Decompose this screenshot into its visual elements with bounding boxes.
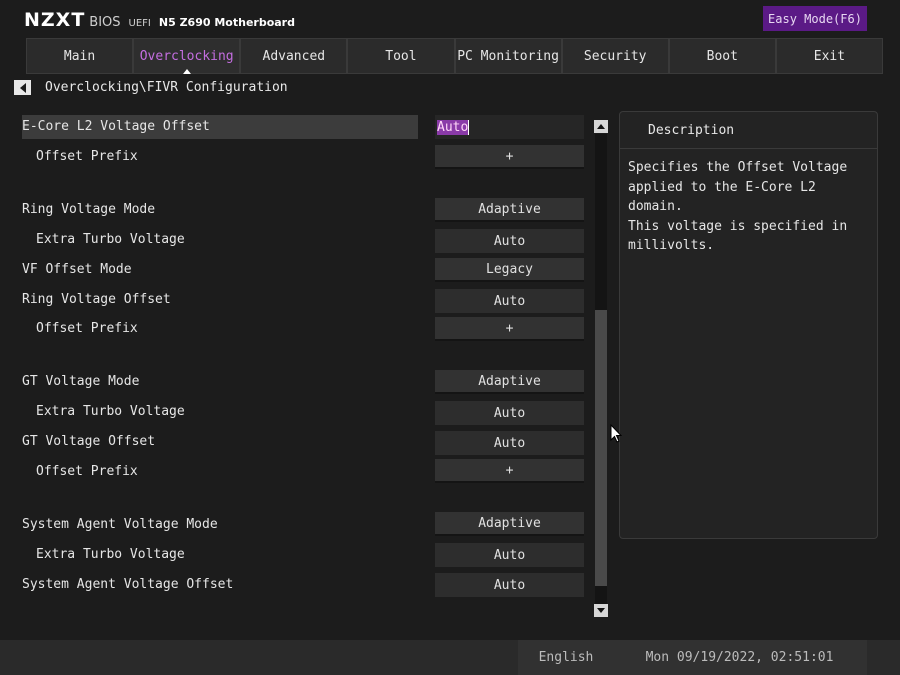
sa-extra-turbo-voltage-field[interactable]: Auto bbox=[435, 543, 584, 567]
back-arrow-icon[interactable] bbox=[14, 80, 31, 95]
language-selector[interactable]: English bbox=[518, 640, 614, 675]
setting-label-ring-voltage-offset: Ring Voltage Offset bbox=[22, 292, 171, 307]
ring-voltage-mode-button[interactable]: Adaptive bbox=[435, 198, 584, 222]
datetime-display: Mon 09/19/2022, 02:51:01 bbox=[612, 640, 867, 675]
setting-label-system-agent-voltage-mode: System Agent Voltage Mode bbox=[22, 517, 218, 532]
sa-voltage-mode-button[interactable]: Adaptive bbox=[435, 512, 584, 536]
setting-label-gt-voltage-mode: GT Voltage Mode bbox=[22, 374, 140, 389]
scrollbar-thumb[interactable] bbox=[595, 310, 607, 586]
setting-label-extra-turbo-voltage: Extra Turbo Voltage bbox=[36, 404, 185, 419]
settings-scrollbar[interactable] bbox=[594, 118, 608, 618]
top-bar: NZXT BIOS UEFI N5 Z690 Motherboard Easy … bbox=[0, 0, 900, 38]
tab-pc-monitoring[interactable]: PC Monitoring bbox=[454, 38, 562, 74]
ring-offset-prefix-button[interactable]: + bbox=[435, 317, 584, 341]
scroll-up-icon[interactable] bbox=[594, 120, 608, 133]
description-panel: Description Specifies the Offset Voltage… bbox=[619, 111, 878, 539]
setting-label-offset-prefix: Offset Prefix bbox=[36, 321, 138, 336]
ecore-l2-voltage-offset-input[interactable]: Auto bbox=[435, 115, 584, 139]
tab-main[interactable]: Main bbox=[26, 38, 134, 74]
setting-label-offset-prefix: Offset Prefix bbox=[36, 464, 138, 479]
ring-extra-turbo-voltage-field[interactable]: Auto bbox=[435, 229, 584, 253]
tab-tool[interactable]: Tool bbox=[347, 38, 455, 74]
setting-label-extra-turbo-voltage: Extra Turbo Voltage bbox=[36, 547, 185, 562]
tab-overclocking[interactable]: Overclocking bbox=[133, 38, 241, 74]
nzxt-logo: NZXT bbox=[24, 9, 86, 31]
tab-boot[interactable]: Boot bbox=[668, 38, 776, 74]
gt-offset-prefix-button[interactable]: + bbox=[435, 459, 584, 483]
setting-label-gt-voltage-offset: GT Voltage Offset bbox=[22, 434, 156, 449]
motherboard-model: N5 Z690 Motherboard bbox=[158, 16, 295, 29]
setting-label-offset-prefix: Offset Prefix bbox=[36, 149, 138, 164]
setting-label-extra-turbo-voltage: Extra Turbo Voltage bbox=[36, 232, 185, 247]
description-text: Specifies the Offset Voltage applied to … bbox=[628, 160, 848, 253]
gt-voltage-mode-button[interactable]: Adaptive bbox=[435, 370, 584, 394]
uefi-label: UEFI bbox=[128, 18, 151, 29]
breadcrumb-path: Overclocking\FIVR Configuration bbox=[45, 80, 288, 95]
easy-mode-button[interactable]: Easy Mode(F6) bbox=[763, 6, 867, 31]
tab-exit[interactable]: Exit bbox=[775, 38, 883, 74]
setting-label-ecore-l2-voltage-offset[interactable]: E-Core L2 Voltage Offset bbox=[22, 115, 418, 139]
setting-label-ring-voltage-mode: Ring Voltage Mode bbox=[22, 202, 156, 217]
tab-security[interactable]: Security bbox=[561, 38, 669, 74]
offset-prefix-button[interactable]: + bbox=[435, 145, 584, 169]
description-title: Description bbox=[620, 112, 877, 149]
setting-label-system-agent-voltage-offset: System Agent Voltage Offset bbox=[22, 577, 234, 592]
input-value: Auto bbox=[437, 119, 470, 135]
bios-label: BIOS bbox=[89, 15, 121, 30]
sa-voltage-offset-field[interactable]: Auto bbox=[435, 573, 584, 597]
vf-offset-mode-button[interactable]: Legacy bbox=[435, 258, 584, 282]
brand: NZXT BIOS UEFI N5 Z690 Motherboard bbox=[24, 9, 295, 31]
gt-extra-turbo-voltage-field[interactable]: Auto bbox=[435, 401, 584, 425]
gt-voltage-offset-field[interactable]: Auto bbox=[435, 431, 584, 455]
breadcrumb: Overclocking\FIVR Configuration bbox=[14, 80, 288, 95]
setting-label-vf-offset-mode: VF Offset Mode bbox=[22, 262, 132, 277]
scroll-down-icon[interactable] bbox=[594, 604, 608, 617]
ring-voltage-offset-field[interactable]: Auto bbox=[435, 289, 584, 313]
main-tabs: Main Overclocking Advanced Tool PC Monit… bbox=[26, 38, 883, 74]
mouse-pointer-icon bbox=[610, 424, 622, 443]
status-footer: English Mon 09/19/2022, 02:51:01 bbox=[0, 640, 900, 675]
tab-advanced[interactable]: Advanced bbox=[240, 38, 348, 74]
